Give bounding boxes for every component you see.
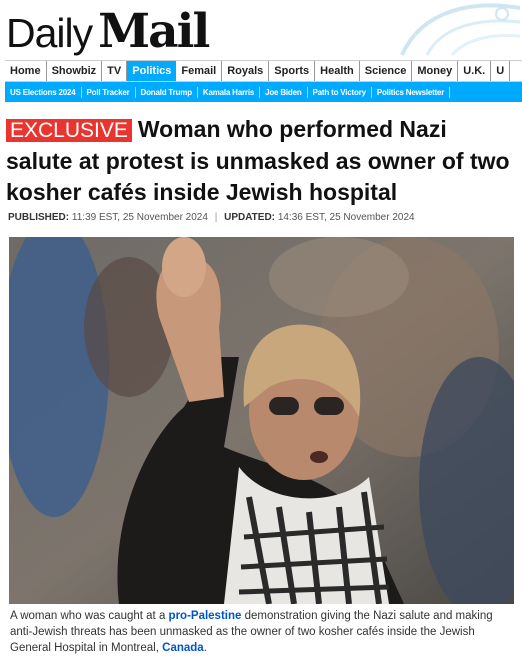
subnav-item-poll-tracker[interactable]: Poll Tracker	[82, 86, 136, 98]
article-headline: EXCLUSIVE Woman who performed Nazi salute…	[6, 114, 518, 208]
published-label: PUBLISHED:	[8, 212, 70, 223]
masthead: Daily Mail	[0, 0, 522, 59]
protest-photo-illustration	[9, 237, 514, 604]
exclusive-badge: EXCLUSIVE	[6, 119, 132, 142]
nav-item-u[interactable]: U	[491, 61, 511, 81]
published-time: 11:39 EST, 25 November 2024	[71, 212, 208, 223]
canada-link[interactable]: Canada	[162, 642, 204, 654]
nav-item-money[interactable]: Money	[412, 61, 459, 81]
subnav-item-donald-trump[interactable]: Donald Trump	[136, 86, 198, 98]
caption-text-3: .	[203, 642, 207, 654]
caption-text-1: A woman who was caught at a	[10, 610, 169, 622]
nav-item-home[interactable]: Home	[5, 61, 47, 81]
pro-palestine-link[interactable]: pro-Palestine	[169, 610, 242, 622]
subnav-item-politics-newsletter[interactable]: Politics Newsletter	[372, 86, 451, 98]
subnav-item-joe-biden[interactable]: Joe Biden	[260, 86, 308, 98]
dateline-divider: |	[214, 212, 218, 223]
masthead-decoration-icon	[400, 3, 521, 57]
subnav-item-path-to-victory[interactable]: Path to Victory	[308, 86, 372, 98]
article-photo[interactable]	[9, 237, 514, 604]
logo-daily-text: Daily	[6, 10, 93, 56]
nav-item-science[interactable]: Science	[360, 61, 413, 81]
subnav-item-us-elections-2024[interactable]: US Elections 2024	[5, 86, 82, 98]
nav-item-politics[interactable]: Politics	[127, 61, 177, 81]
nav-item-sports[interactable]: Sports	[269, 61, 316, 81]
politics-subnav: US Elections 2024 Poll Tracker Donald Trum…	[5, 82, 522, 102]
updated-time: 14:36 EST, 25 November 2024	[277, 212, 415, 223]
nav-item-femail[interactable]: Femail	[176, 61, 223, 81]
subnav-item-kamala-harris[interactable]: Kamala Harris	[198, 86, 261, 98]
nav-item-tv[interactable]: TV	[102, 61, 128, 81]
dateline: PUBLISHED: 11:39 EST, 25 November 2024 |…	[8, 212, 415, 223]
main-nav: Home Showbiz TV Politics Femail Royals Sports H…	[5, 60, 522, 82]
nav-item-royals[interactable]: Royals	[222, 61, 270, 81]
nav-item-showbiz[interactable]: Showbiz	[47, 61, 103, 81]
updated-label: UPDATED:	[224, 212, 276, 223]
daily-mail-logo[interactable]: Daily Mail	[6, 4, 210, 59]
photo-caption: A woman who was caught at a pro-Palestin…	[10, 608, 515, 656]
nav-item-health[interactable]: Health	[315, 61, 360, 81]
nav-item-u-k[interactable]: U.K.	[458, 61, 492, 81]
logo-mail-text: Mail	[98, 4, 210, 59]
